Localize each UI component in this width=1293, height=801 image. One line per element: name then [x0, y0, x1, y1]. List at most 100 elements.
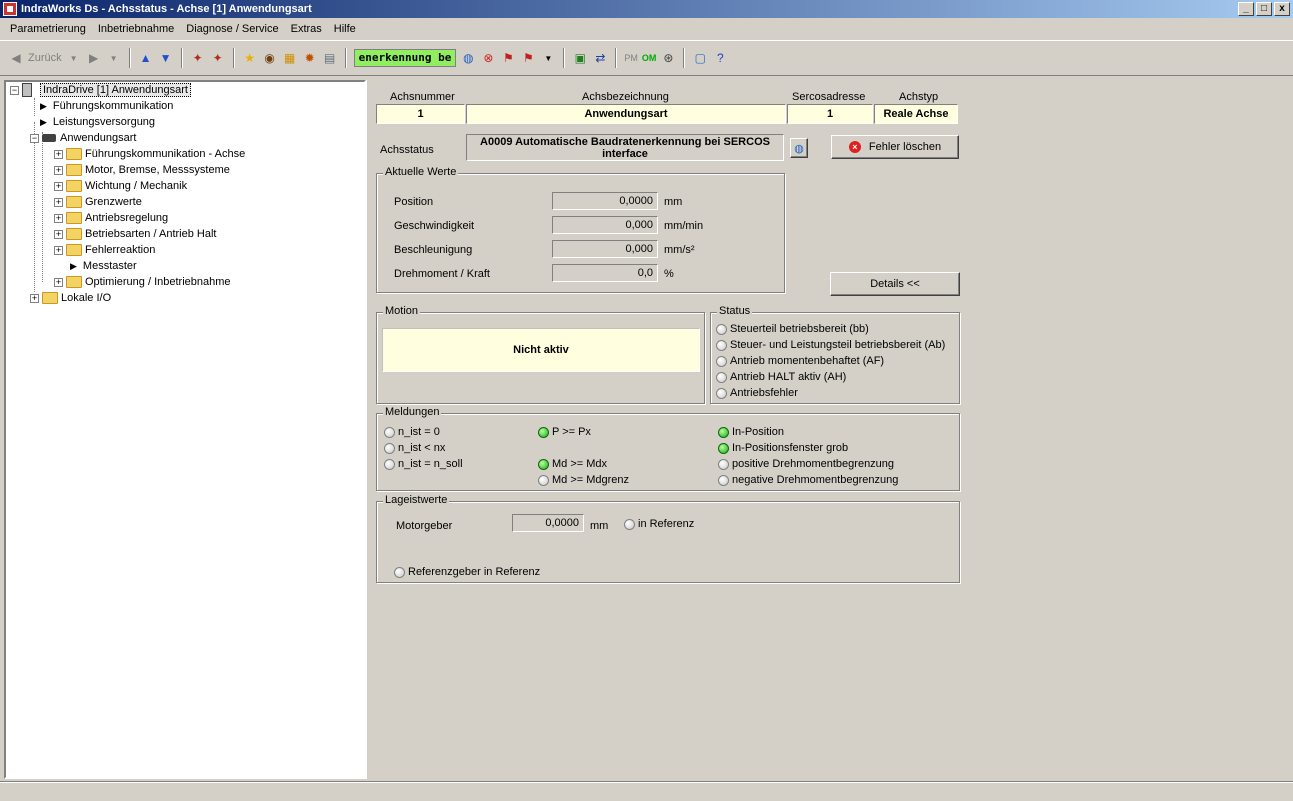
- torque-label: Drehmoment / Kraft: [394, 268, 490, 280]
- msg-md-mdx: Md >= Mdx: [538, 458, 607, 470]
- connect-icon[interactable]: ⇄: [592, 50, 608, 66]
- tree-item-motor-bremse[interactable]: + Motor, Bremse, Messsysteme: [54, 162, 230, 178]
- tree-item-optimierung[interactable]: + Optimierung / Inbetriebnahme: [54, 274, 231, 290]
- tree-item-fuehrungskommunikation[interactable]: ▶ Führungskommunikation: [36, 98, 173, 114]
- calendar-icon[interactable]: ▦: [282, 50, 298, 66]
- error-icon[interactable]: ⊗: [480, 50, 496, 66]
- folder-icon: [66, 212, 82, 224]
- tree-item-anwendungsart[interactable]: − Anwendungsart: [30, 130, 136, 146]
- pm-mode-button[interactable]: PM: [624, 53, 638, 63]
- expand-icon[interactable]: +: [54, 181, 63, 191]
- expand-icon[interactable]: +: [54, 213, 63, 223]
- torque-unit: %: [664, 268, 674, 280]
- om-mode-button[interactable]: OM: [642, 53, 657, 63]
- nav-down-icon[interactable]: ▼: [158, 50, 174, 66]
- status-fehler: Antriebsfehler: [716, 387, 798, 399]
- motion-state: Nicht aktiv: [382, 328, 700, 372]
- folder-icon: [66, 228, 82, 240]
- expand-icon[interactable]: +: [54, 277, 63, 287]
- tree-item-grenzwerte[interactable]: + Grenzwerte: [54, 194, 142, 210]
- forward-arrow-icon[interactable]: ▶: [86, 50, 102, 66]
- tree-item-messtaster[interactable]: ▶ Messtaster: [66, 258, 137, 274]
- expand-icon[interactable]: +: [30, 293, 39, 303]
- msg-in-pos-grob: In-Positionsfenster grob: [718, 442, 848, 454]
- tree-root-label[interactable]: IndraDrive [1] Anwendungsart: [40, 83, 191, 97]
- led-icon: [718, 458, 729, 470]
- msg-p-px: P >= Px: [538, 426, 591, 438]
- drive-icon: [42, 134, 56, 142]
- expand-icon[interactable]: +: [54, 165, 63, 175]
- arrow-right-icon: ▶: [70, 260, 77, 271]
- achsbezeichnung-value: Anwendungsart: [466, 104, 786, 124]
- speed-unit: mm/min: [664, 220, 704, 232]
- app-icon: [3, 2, 17, 16]
- msg-n-ist-0: n_ist = 0: [384, 426, 440, 438]
- acceleration-unit: mm/s²: [664, 244, 695, 256]
- dropdown-icon[interactable]: ▼: [540, 50, 556, 66]
- diagnosis-help-button[interactable]: ◍: [790, 138, 808, 158]
- monitor-icon[interactable]: ▢: [692, 50, 708, 66]
- msg-neg-md-begr: negative Drehmomentbegrenzung: [718, 474, 898, 486]
- tree-item-wichtung[interactable]: + Wichtung / Mechanik: [54, 178, 187, 194]
- header-achsbezeichnung: Achsbezeichnung: [582, 91, 669, 103]
- speed-value: 0,000: [552, 216, 658, 234]
- acceleration-value: 0,000: [552, 240, 658, 258]
- tree-item-antriebsregelung[interactable]: + Antriebsregelung: [54, 210, 168, 226]
- arrow-right-icon: ▶: [40, 116, 47, 127]
- menu-diagnose-service[interactable]: Diagnose / Service: [180, 23, 284, 35]
- maximize-button[interactable]: □: [1256, 2, 1272, 16]
- expand-icon[interactable]: +: [54, 245, 63, 255]
- drive-menu-icon[interactable]: ⚑: [520, 50, 536, 66]
- tree-item-betriebsarten[interactable]: + Betriebsarten / Antrieb Halt: [54, 226, 216, 242]
- folder-icon: [66, 164, 82, 176]
- achsstatus-text: A0009 Automatische Baudratenerkennung be…: [466, 134, 784, 161]
- header-sercosadresse: Sercosadresse: [792, 91, 866, 103]
- expand-icon[interactable]: +: [54, 229, 63, 239]
- msg-pos-md-begr: positive Drehmomentbegrenzung: [718, 458, 894, 470]
- axis-prev-icon[interactable]: ✦: [190, 50, 206, 66]
- axis-status-panel: Achsnummer Achsbezeichnung Sercosadresse…: [370, 80, 1293, 779]
- project-tree[interactable]: − IndraDrive [1] Anwendungsart ▶ Führung…: [4, 80, 366, 779]
- menu-inbetriebnahme[interactable]: Inbetriebnahme: [92, 23, 180, 35]
- tree-root[interactable]: − IndraDrive [1] Anwendungsart: [10, 82, 191, 98]
- led-icon: [716, 387, 727, 399]
- oscilloscope-icon[interactable]: ▣: [572, 50, 588, 66]
- motor-encoder-value: 0,0000: [512, 514, 584, 532]
- back-button[interactable]: Zurück: [28, 52, 62, 64]
- tree-item-lokale-io[interactable]: + Lokale I/O: [30, 290, 111, 306]
- collapse-icon[interactable]: −: [10, 85, 19, 95]
- grid-icon[interactable]: ▤: [322, 50, 338, 66]
- minimize-button[interactable]: _: [1238, 2, 1254, 16]
- tree-item-fehlerreaktion[interactable]: + Fehlerreaktion: [54, 242, 155, 258]
- help-icon[interactable]: ?: [712, 50, 728, 66]
- acceleration-label: Beschleunigung: [394, 244, 473, 256]
- status-ah: Antrieb HALT aktiv (AH): [716, 371, 846, 383]
- position-values-title: Lageistwerte: [383, 494, 450, 506]
- close-button[interactable]: x: [1274, 2, 1290, 16]
- expand-icon[interactable]: +: [54, 149, 63, 159]
- tree-item-leistungsversorgung[interactable]: ▶ Leistungsversorgung: [36, 114, 155, 130]
- dropdown-icon[interactable]: ▼: [66, 50, 82, 66]
- back-arrow-icon[interactable]: ◀: [8, 50, 24, 66]
- nav-up-icon[interactable]: ▲: [138, 50, 154, 66]
- collapse-icon[interactable]: −: [30, 133, 39, 143]
- online-icon[interactable]: ⊛: [660, 50, 676, 66]
- binoculars-icon[interactable]: ◉: [262, 50, 278, 66]
- messages-title: Meldungen: [383, 406, 442, 418]
- drive-icon[interactable]: ⚑: [500, 50, 516, 66]
- menu-hilfe[interactable]: Hilfe: [328, 23, 362, 35]
- dropdown-icon[interactable]: ▼: [106, 50, 122, 66]
- settings-icon[interactable]: ✹: [302, 50, 318, 66]
- axis-next-icon[interactable]: ✦: [210, 50, 226, 66]
- menu-parametrierung[interactable]: Parametrierung: [4, 23, 92, 35]
- clear-error-button[interactable]: × Fehler löschen: [831, 135, 959, 159]
- globe-icon[interactable]: ◍: [460, 50, 476, 66]
- folder-icon: [66, 244, 82, 256]
- speed-label: Geschwindigkeit: [394, 220, 475, 232]
- menu-extras[interactable]: Extras: [285, 23, 328, 35]
- favorite-star-icon[interactable]: ★: [242, 50, 258, 66]
- details-button[interactable]: Details <<: [830, 272, 960, 296]
- tree-item-fuehrungskommunikation-achse[interactable]: + Führungskommunikation - Achse: [54, 146, 245, 162]
- globe-icon: ◍: [794, 142, 804, 155]
- expand-icon[interactable]: +: [54, 197, 63, 207]
